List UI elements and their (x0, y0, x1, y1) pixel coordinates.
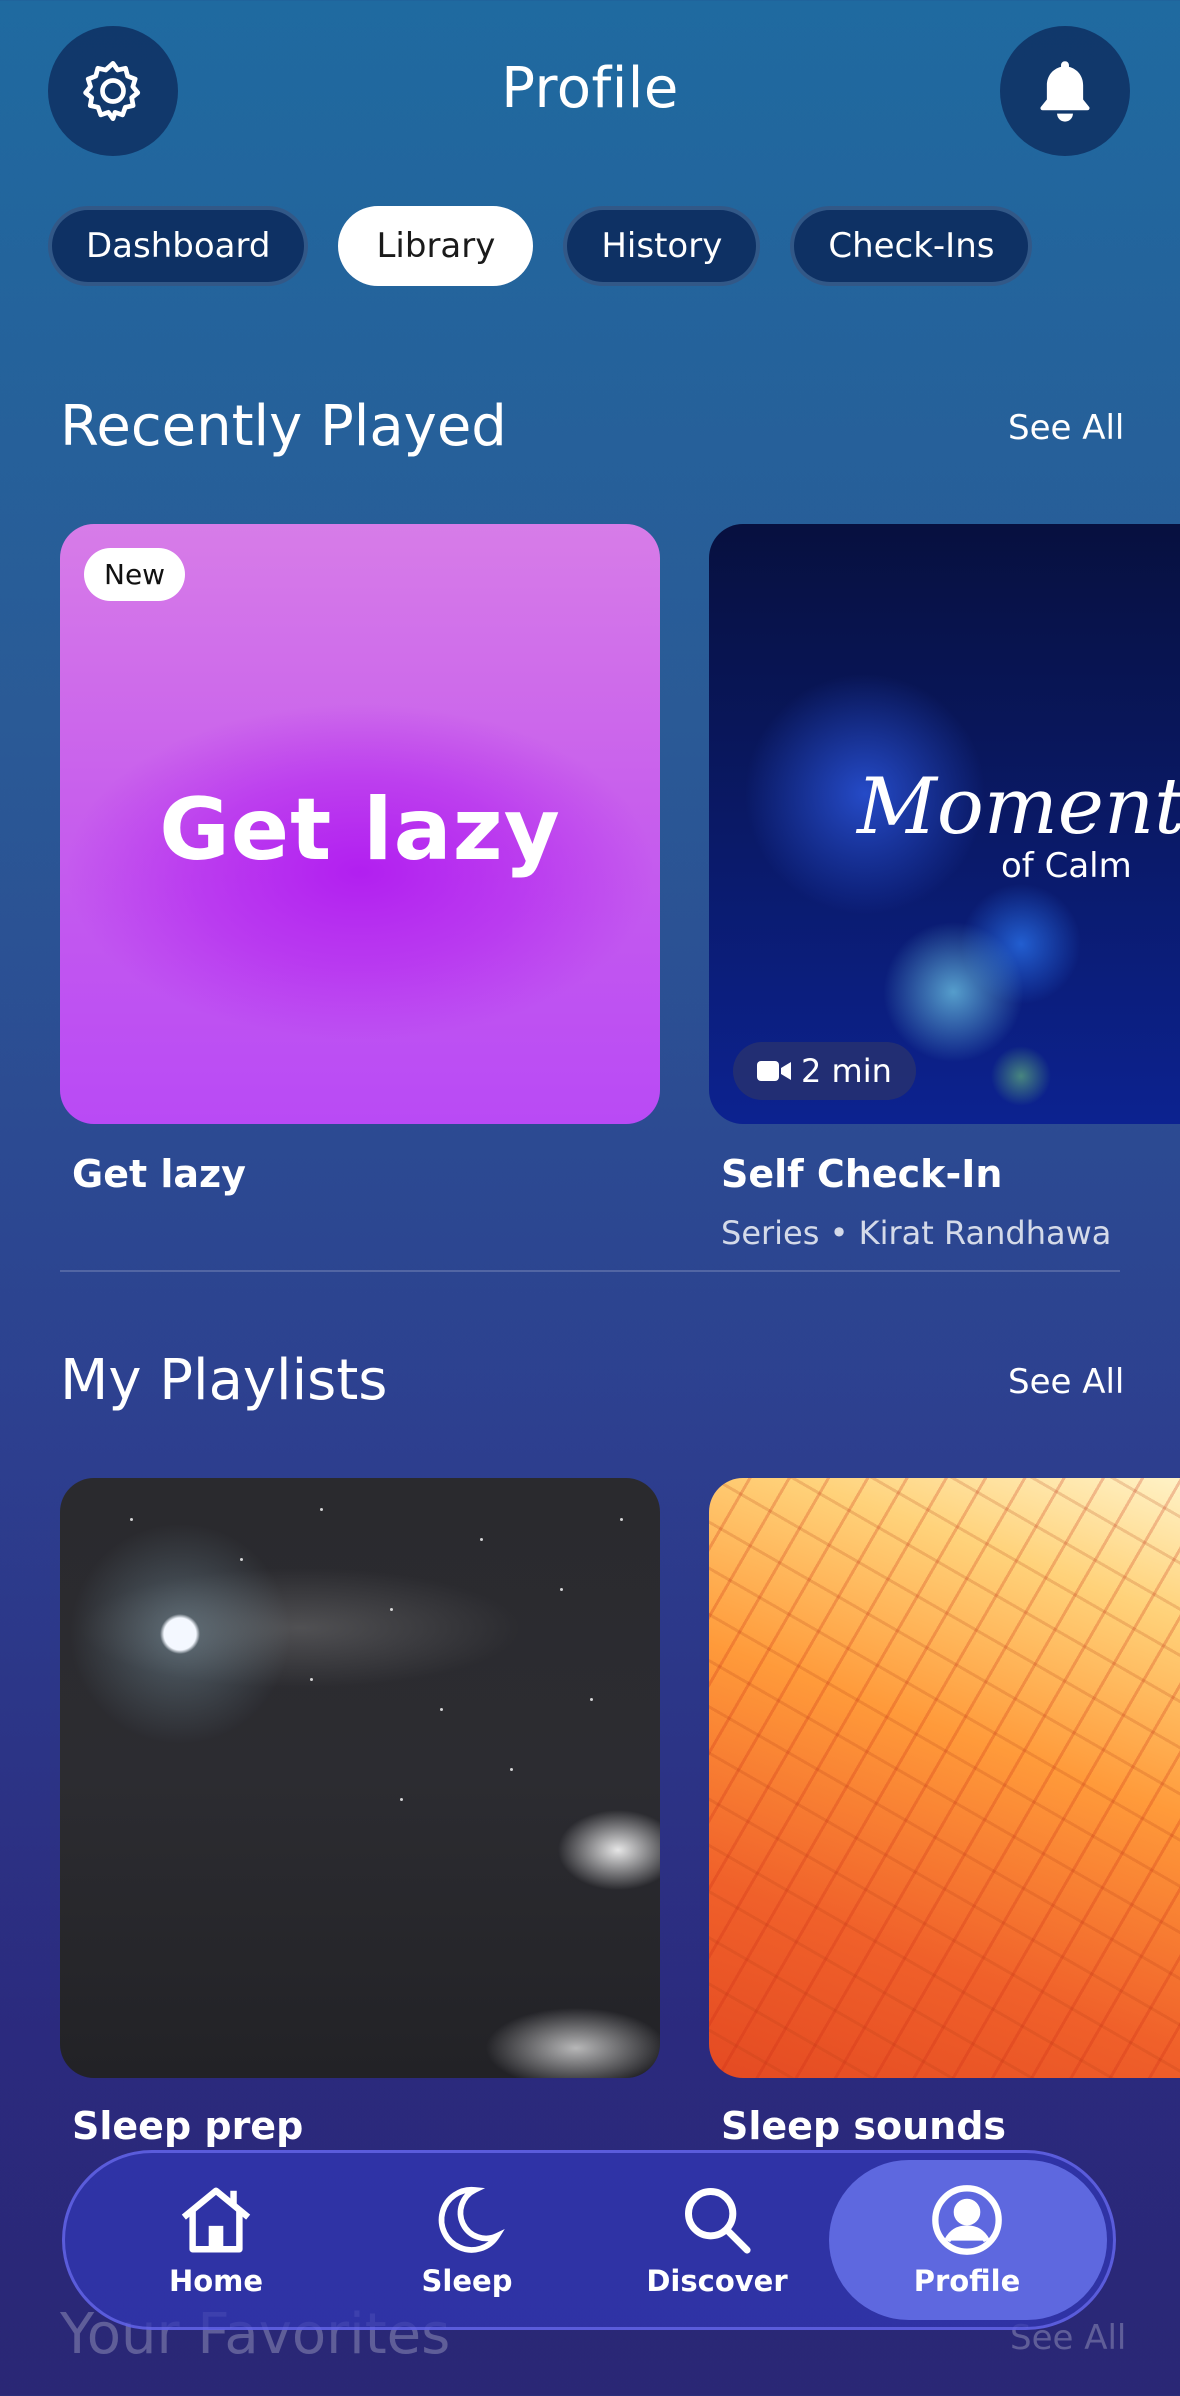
my-playlists-see-all[interactable]: See All (1008, 1362, 1124, 1402)
get-lazy-title[interactable]: Get lazy (72, 1152, 246, 1196)
tab-history[interactable]: History (563, 206, 761, 286)
cover-text: Get lazy (159, 780, 561, 880)
tab-bar: Dashboard Library History Check-Ins (48, 206, 1033, 286)
nav-home-label: Home (168, 2264, 264, 2298)
notifications-button[interactable] (1000, 26, 1130, 156)
my-playlists-title: My Playlists (60, 1348, 388, 1413)
nav-home[interactable]: Home (116, 2153, 316, 2327)
home-icon (181, 2187, 251, 2253)
recently-played-see-all[interactable]: See All (1008, 408, 1124, 448)
tab-dashboard[interactable]: Dashboard (48, 206, 309, 286)
video-camera-icon (757, 1061, 791, 1081)
sleep-sounds-title[interactable]: Sleep sounds (721, 2104, 1006, 2148)
bottom-nav: Home Sleep Discover Profile (62, 2150, 1116, 2330)
cover-script-text: Moment (857, 762, 1180, 852)
sleep-prep-title[interactable]: Sleep prep (72, 2104, 303, 2148)
duration-text: 2 min (801, 1052, 892, 1090)
search-icon (685, 2188, 751, 2254)
duration-pill: 2 min (733, 1042, 916, 1100)
new-badge: New (84, 548, 186, 601)
tab-check-ins[interactable]: Check-Ins (790, 206, 1033, 286)
tab-library[interactable]: Library (338, 206, 534, 286)
self-check-in-title[interactable]: Self Check-In (721, 1152, 1002, 1196)
sleep-prep-card[interactable] (60, 1478, 660, 2078)
sleep-sounds-card[interactable] (709, 1478, 1180, 2078)
nav-discover[interactable]: Discover (617, 2153, 817, 2327)
self-check-in-subtitle: Series • Kirat Randhawa (721, 1214, 1112, 1252)
bell-icon (1040, 61, 1090, 122)
moon-icon (438, 2186, 505, 2253)
get-lazy-card[interactable]: New Get lazy (60, 524, 660, 1124)
self-check-in-card[interactable]: Moment of Calm 2 min (709, 524, 1180, 1124)
profile-icon (932, 2185, 1002, 2255)
section-divider (60, 1270, 1120, 1272)
nav-sleep-label: Sleep (421, 2264, 513, 2298)
nav-profile[interactable]: Profile (867, 2153, 1067, 2327)
nav-discover-label: Discover (646, 2264, 788, 2298)
nav-sleep[interactable]: Sleep (367, 2153, 567, 2327)
nav-profile-label: Profile (913, 2264, 1021, 2298)
cover-sub-text: of Calm (1001, 846, 1132, 886)
recently-played-title: Recently Played (60, 394, 507, 459)
